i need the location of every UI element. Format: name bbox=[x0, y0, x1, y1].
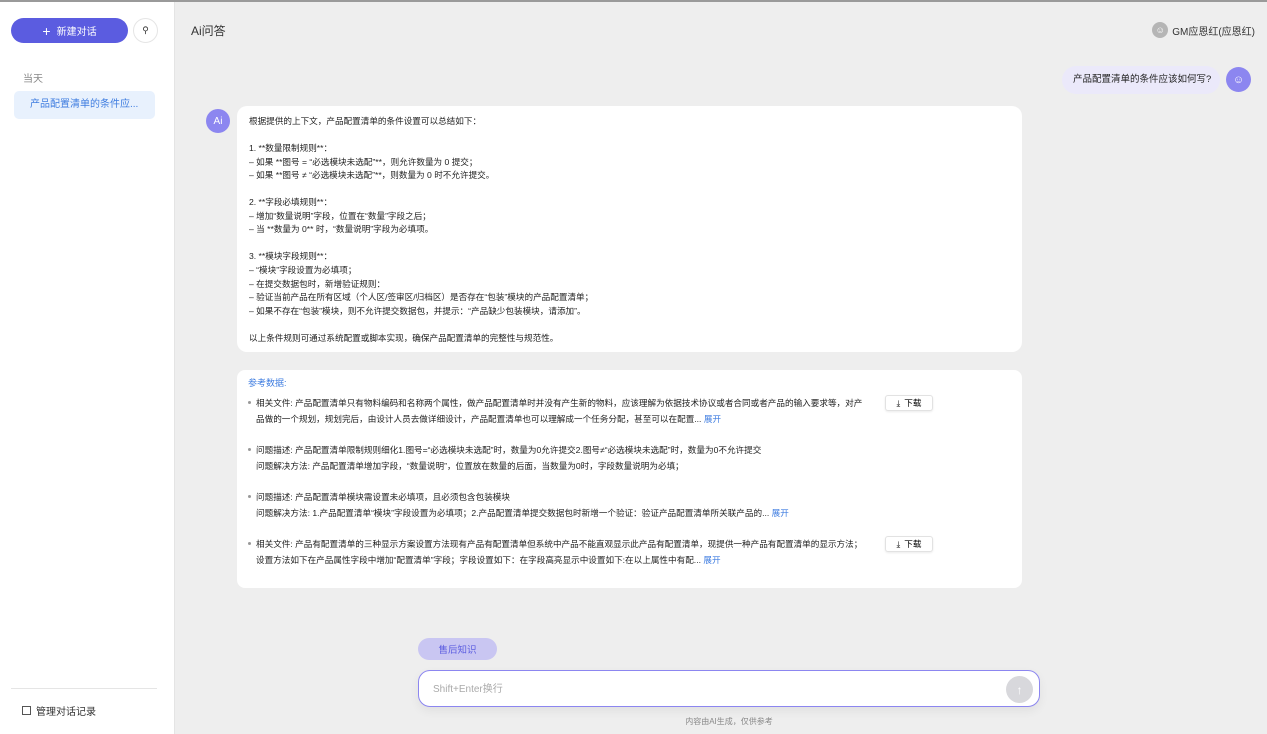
new-chat-button[interactable]: + 新建对话 bbox=[11, 18, 128, 43]
conversation-item[interactable]: 产品配置清单的条件应... bbox=[14, 91, 155, 119]
user-menu[interactable]: ☺ GM应恩红(应恩红) bbox=[1152, 22, 1255, 38]
reference-item: 相关文件: 产品有配置清单的三种显示方案设置方法现有产品有配置清单但系统中产品不… bbox=[248, 536, 933, 568]
references-title: 参考数据: bbox=[248, 378, 287, 388]
reference-text: 问题描述: 产品配置清单模块需设置未必填项，且必须包含包装模块 问题解决方法: … bbox=[256, 492, 770, 518]
divider bbox=[11, 688, 157, 689]
download-button[interactable]: ⤓ 下载 bbox=[885, 395, 933, 411]
download-icon: ⤓ bbox=[896, 538, 901, 549]
reference-text: 相关文件: 产品有配置清单的三种显示方案设置方法现有产品有配置清单但系统中产品不… bbox=[256, 539, 863, 565]
reference-text: 相关文件: 产品配置清单只有物料编码和名称两个属性，做产品配置清单时并没有产生新… bbox=[256, 398, 863, 424]
manage-history-label: 管理对话记录 bbox=[36, 707, 96, 718]
search-icon: ⚲ bbox=[142, 25, 149, 35]
arrow-up-icon: ↑ bbox=[1016, 682, 1023, 697]
ai-answer: 根据提供的上下文，产品配置清单的条件设置可以总结如下： 1. **数量限制规则*… bbox=[237, 106, 1022, 352]
user-message: 产品配置清单的条件应该如何写? bbox=[1062, 66, 1220, 94]
plus-icon: + bbox=[42, 22, 51, 39]
expand-link[interactable]: 展开 bbox=[704, 414, 721, 424]
download-icon: ⤓ bbox=[896, 397, 901, 408]
user-avatar-icon: ☺ bbox=[1152, 22, 1169, 38]
download-label: 下载 bbox=[904, 398, 922, 408]
knowledge-tag-button[interactable]: 售后知识 bbox=[418, 638, 497, 660]
reference-item: 问题描述: 产品配置清单模块需设置未必填项，且必须包含包装模块 问题解决方法: … bbox=[248, 489, 868, 521]
references-card: 参考数据: 相关文件: 产品配置清单只有物料编码和名称两个属性，做产品配置清单时… bbox=[237, 370, 1022, 588]
history-icon bbox=[22, 706, 31, 715]
section-today: 当天 bbox=[23, 74, 43, 85]
disclaimer: 内容由AI生成，仅供参考 bbox=[685, 717, 773, 726]
manage-history-button[interactable]: 管理对话记录 bbox=[22, 703, 96, 718]
window-top-border bbox=[0, 0, 1267, 2]
message-input[interactable] bbox=[433, 680, 993, 698]
page-title: Ai问答 bbox=[191, 24, 226, 38]
user-name: GM应恩红(应恩红) bbox=[1172, 26, 1255, 38]
reference-text: 问题描述: 产品配置清单限制规则细化1.图号=“必选模块未选配”时，数量为0允许… bbox=[256, 445, 762, 471]
new-chat-label: 新建对话 bbox=[56, 27, 97, 38]
reference-item: 相关文件: 产品配置清单只有物料编码和名称两个属性，做产品配置清单时并没有产生新… bbox=[248, 395, 933, 427]
send-button[interactable]: ↑ bbox=[1006, 676, 1033, 703]
reference-item: 问题描述: 产品配置清单限制规则细化1.图号=“必选模块未选配”时，数量为0允许… bbox=[248, 442, 868, 474]
user-avatar-icon: ☺ bbox=[1226, 67, 1251, 92]
expand-link[interactable]: 展开 bbox=[772, 508, 789, 518]
search-button[interactable]: ⚲ bbox=[133, 18, 158, 43]
expand-link[interactable]: 展开 bbox=[703, 555, 720, 565]
download-label: 下载 bbox=[904, 539, 922, 549]
download-button[interactable]: ⤓ 下载 bbox=[885, 536, 933, 552]
sidebar: + 新建对话 ⚲ 当天 产品配置清单的条件应... 管理对话记录 bbox=[0, 2, 175, 734]
ai-avatar: Ai bbox=[206, 109, 230, 133]
message-composer: ↑ bbox=[418, 670, 1040, 707]
